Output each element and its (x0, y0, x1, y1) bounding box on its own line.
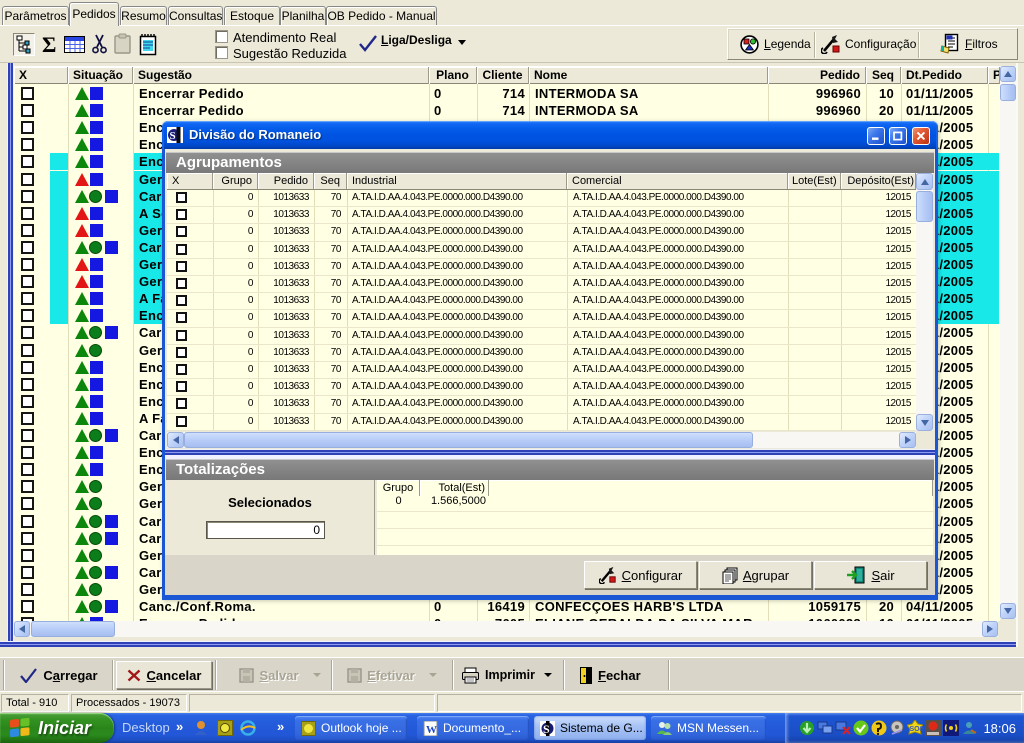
svg-text:S: S (170, 130, 176, 142)
svg-text:S: S (543, 722, 550, 736)
svg-text:SOS: SOS (910, 726, 924, 733)
svg-text:W: W (426, 724, 437, 736)
